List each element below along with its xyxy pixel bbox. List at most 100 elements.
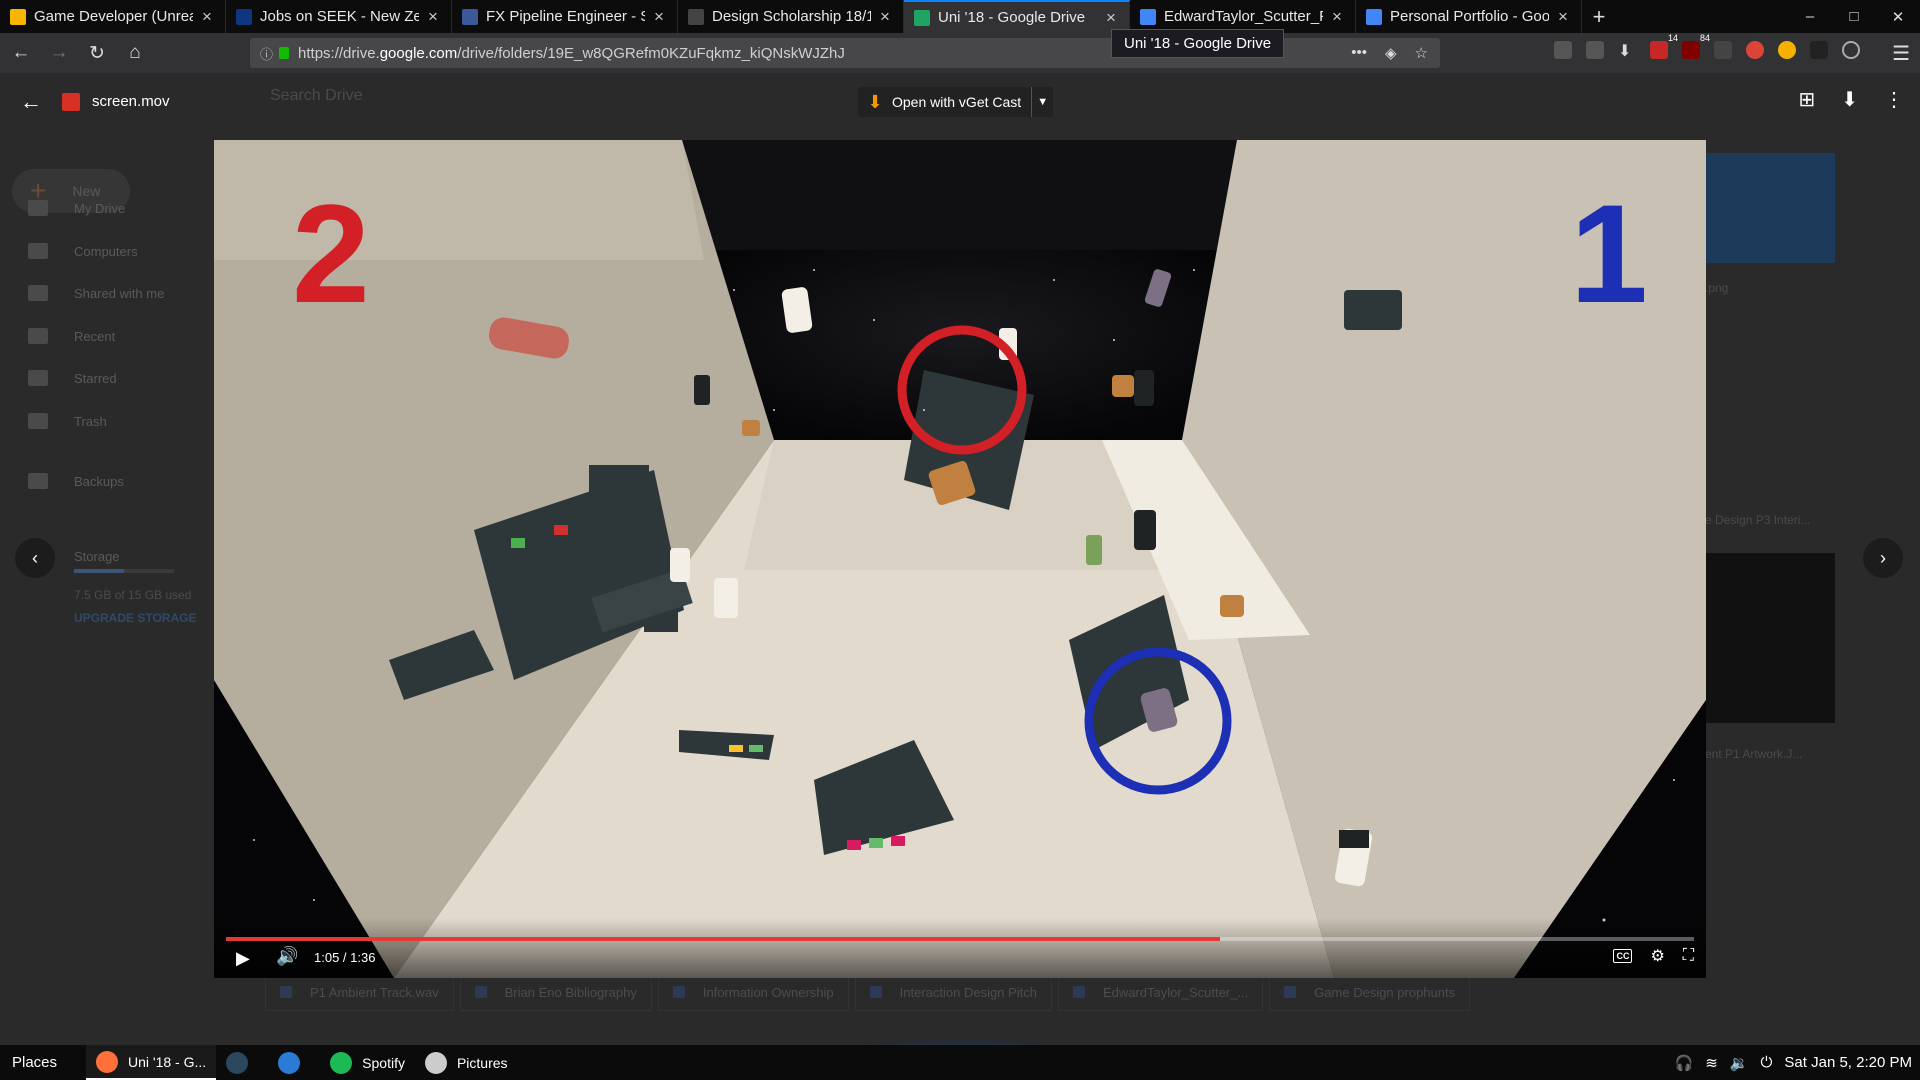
- extension-badge: 14: [1667, 33, 1678, 43]
- next-file-button[interactable]: ›: [1863, 538, 1903, 578]
- upgrade-storage-link[interactable]: UPGRADE STORAGE: [74, 611, 196, 625]
- page-actions-icon[interactable]: •••: [1351, 44, 1367, 62]
- close-viewer-arrow-icon[interactable]: ←: [20, 89, 42, 115]
- sidebar-item[interactable]: Backups: [28, 473, 124, 489]
- downloads-icon[interactable]: ⬇: [1618, 41, 1636, 60]
- clock[interactable]: Sat Jan 5, 2:20 PM: [1784, 1054, 1912, 1071]
- extension-red-icon[interactable]: 14: [1650, 33, 1678, 59]
- sync-icon[interactable]: [1586, 41, 1604, 59]
- settings-gear-icon[interactable]: ⚙: [1650, 946, 1664, 966]
- tab-close-icon[interactable]: ×: [651, 7, 667, 27]
- sidebar-item[interactable]: Computers: [28, 243, 138, 259]
- file-item[interactable]: P1 Ambient Track.wav: [265, 973, 454, 1011]
- file-item[interactable]: Game Design prophunts: [1269, 973, 1471, 1011]
- close-icon[interactable]: ✕: [1876, 0, 1920, 33]
- tab-close-icon[interactable]: ×: [199, 7, 215, 27]
- taskbar-app[interactable]: Uni '18 - G...: [86, 1045, 217, 1080]
- fullscreen-icon[interactable]: ⛶: [1683, 947, 1694, 965]
- sidebar-item[interactable]: Starred: [28, 370, 117, 386]
- tab-tooltip: Uni '18 - Google Drive: [1111, 29, 1285, 58]
- browser-tab[interactable]: Game Developer (Unreal ×: [0, 0, 226, 33]
- pocket-icon[interactable]: ◈: [1385, 44, 1397, 62]
- open-with-button[interactable]: ⬇ Open with vGet Cast ▼: [858, 87, 1054, 117]
- volume-tray-icon[interactable]: 🔉: [1730, 1054, 1749, 1072]
- sidebar-item[interactable]: Recent: [28, 328, 115, 344]
- taskbar-app[interactable]: [216, 1045, 268, 1080]
- file-item[interactable]: Brian Eno Bibliography: [459, 973, 652, 1011]
- new-label: New: [72, 183, 101, 199]
- video-progress-bar[interactable]: [226, 937, 1694, 941]
- power-icon[interactable]: ⏻: [1761, 1054, 1773, 1071]
- forward-button[interactable]: →: [42, 36, 76, 70]
- file-thumbnail[interactable]: [1705, 553, 1835, 723]
- taskbar-app[interactable]: [268, 1045, 320, 1080]
- taskbar-app[interactable]: Pictures: [415, 1045, 518, 1080]
- extension-yellow-icon[interactable]: [1778, 41, 1796, 59]
- captions-icon[interactable]: CC: [1613, 949, 1633, 963]
- extension-circle-icon[interactable]: [1842, 41, 1860, 59]
- previous-file-button[interactable]: ‹: [15, 538, 55, 578]
- volume-icon[interactable]: 🔊: [276, 946, 298, 967]
- viewer-actions: ⊞ ⬇ ⋮: [1798, 87, 1904, 112]
- site-info-icon[interactable]: ⓘ: [260, 44, 273, 63]
- tab-label: Personal Portfolio - Goo: [1390, 8, 1549, 25]
- back-button[interactable]: ←: [4, 36, 38, 70]
- places-menu[interactable]: Places: [12, 1054, 86, 1071]
- tab-close-icon[interactable]: ×: [1103, 8, 1119, 28]
- player-2-number: 2: [292, 175, 370, 332]
- home-button[interactable]: ⌂: [118, 36, 152, 70]
- open-with-dropdown-icon[interactable]: ▼: [1031, 87, 1053, 117]
- video-controls: [214, 918, 1706, 978]
- tab-close-icon[interactable]: ×: [877, 7, 893, 27]
- add-to-drive-icon[interactable]: ⊞: [1798, 87, 1815, 112]
- back-arrow-icon: ←: [11, 42, 31, 63]
- hamburger-menu-icon[interactable]: ☰: [1892, 41, 1910, 66]
- tab-favicon-icon: [688, 8, 704, 25]
- file-item[interactable]: Interaction Design Pitch: [854, 973, 1052, 1011]
- more-options-icon[interactable]: ⋮: [1884, 87, 1904, 112]
- library-icon[interactable]: [1554, 41, 1572, 59]
- new-tab-button[interactable]: +: [1582, 0, 1616, 33]
- play-icon[interactable]: ▶: [236, 948, 250, 969]
- tab-close-icon[interactable]: ×: [425, 7, 441, 27]
- download-icon[interactable]: ⬇: [1841, 87, 1858, 112]
- file-item[interactable]: Information Ownership: [657, 973, 849, 1011]
- ublock-icon[interactable]: 84: [1682, 33, 1710, 59]
- video-player[interactable]: 2 1 ▶ 🔊 1:05 / 1:36 CC ⚙ ⛶: [214, 140, 1706, 978]
- app-icon: [226, 1051, 249, 1074]
- file-type-icon: [280, 986, 292, 998]
- sidebar-item-label: Computers: [74, 243, 138, 259]
- tab-close-icon[interactable]: ×: [1555, 7, 1571, 27]
- extension-feather-icon[interactable]: [1714, 41, 1732, 59]
- tab-strip: Game Developer (Unreal × Jobs on SEEK - Ne…: [0, 0, 1920, 33]
- browser-tab[interactable]: Personal Portfolio - Goo ×: [1356, 0, 1582, 33]
- sidebar-item-icon: [28, 243, 48, 259]
- file-item-label: EdwardTaylor_Scutter_...: [1102, 984, 1249, 1000]
- wifi-icon[interactable]: ≋: [1705, 1054, 1718, 1072]
- tab-close-icon[interactable]: ×: [1329, 7, 1345, 27]
- file-type-icon: [474, 986, 487, 998]
- extension-badge: 84: [1699, 33, 1710, 43]
- sidebar-item[interactable]: Trash: [28, 413, 107, 429]
- sidebar-item-label: Recent: [74, 328, 116, 344]
- sidebar-item[interactable]: Shared with me: [28, 285, 164, 301]
- headphones-icon[interactable]: 🎧: [1675, 1054, 1694, 1072]
- maximize-icon[interactable]: □: [1832, 0, 1876, 33]
- tab-label: Jobs on SEEK - New Zea: [260, 8, 419, 25]
- taskbar-app[interactable]: Spotify: [320, 1045, 415, 1080]
- file-thumbnail[interactable]: [1705, 153, 1835, 263]
- browser-tab[interactable]: Jobs on SEEK - New Zea ×: [226, 0, 452, 33]
- browser-tab[interactable]: FX Pipeline Engineer - Sh ×: [452, 0, 678, 33]
- sidebar-item[interactable]: My Drive: [28, 200, 125, 216]
- browser-tab[interactable]: Design Scholarship 18/19 - ×: [678, 0, 904, 33]
- tab-favicon-icon: [462, 8, 478, 25]
- reload-button[interactable]: ↻: [80, 36, 114, 70]
- bookmark-star-icon[interactable]: ☆: [1415, 44, 1428, 62]
- storage-label: Storage: [74, 549, 120, 564]
- extension-dark-icon[interactable]: [1810, 41, 1828, 59]
- minimize-icon[interactable]: –: [1788, 0, 1832, 33]
- file-item[interactable]: EdwardTaylor_Scutter_...: [1057, 973, 1264, 1011]
- file-type-icon: [672, 986, 685, 998]
- chrome-icon[interactable]: [1746, 41, 1764, 59]
- browser-tab[interactable]: Uni '18 - Google Drive ×: [904, 0, 1130, 33]
